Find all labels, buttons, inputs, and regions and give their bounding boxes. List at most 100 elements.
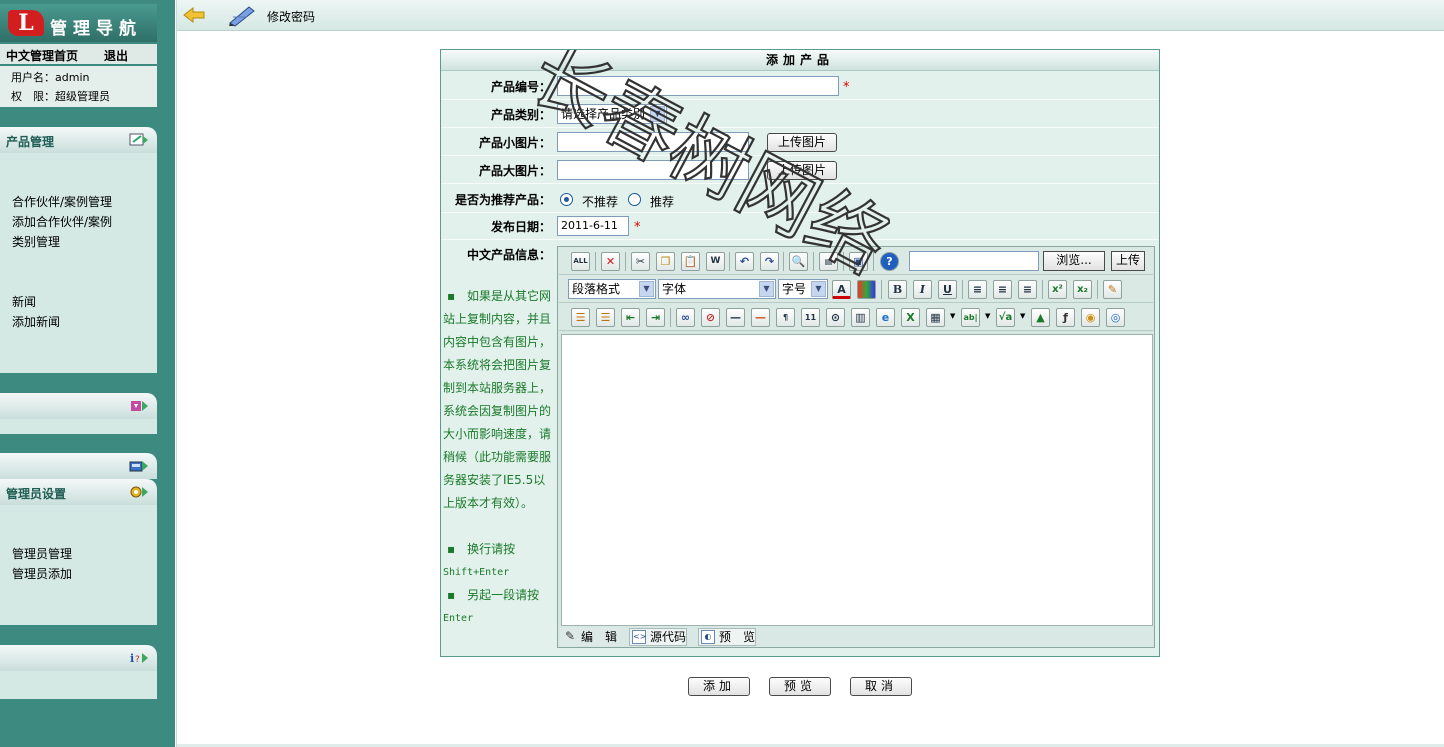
horizontal-rule-icon[interactable]: — <box>726 308 745 327</box>
upload-small-image-button[interactable]: 上传图片 <box>767 133 837 152</box>
panel-product-header[interactable]: 产品管理 <box>0 127 157 153</box>
unlink-icon[interactable]: ⊘ <box>701 308 720 327</box>
font-size-value: 字号 <box>782 282 807 296</box>
panel-2-header[interactable] <box>0 393 157 419</box>
superscript-icon[interactable]: x² <box>1048 280 1067 299</box>
paste-word-icon[interactable]: W <box>706 252 725 271</box>
upload-large-image-button[interactable]: 上传图片 <box>767 161 837 180</box>
align-right-icon[interactable]: ≡ <box>1018 280 1037 299</box>
small-image-input[interactable] <box>557 132 749 152</box>
tab-preview[interactable]: ◐ 预 览 <box>698 628 756 646</box>
paste-icon[interactable]: 📋 <box>681 252 700 271</box>
preview-button[interactable]: 预览 <box>769 677 831 696</box>
date-input[interactable]: 2011-6-11 <box>557 216 629 236</box>
find-icon[interactable]: 🔍 <box>789 252 808 271</box>
marquee-icon[interactable]: — <box>751 308 770 327</box>
large-image-input[interactable] <box>557 160 749 180</box>
redo-icon[interactable]: ↷ <box>760 252 779 271</box>
table-icon[interactable]: ▦ <box>926 308 945 327</box>
editor-upload-button[interactable]: 上传 <box>1111 251 1145 271</box>
text-color-icon[interactable]: A <box>832 280 851 299</box>
menu-partner-manage[interactable]: 合作伙伴/案例管理 <box>12 193 112 210</box>
radio-recommend-label: 推荐 <box>650 195 675 209</box>
date-insert-icon[interactable]: 11 <box>801 308 820 327</box>
align-left-icon[interactable]: ≡ <box>968 280 987 299</box>
chevron-down-icon[interactable]: ▼ <box>1020 312 1025 320</box>
font-size-select[interactable]: 字号 ▼ <box>778 279 828 299</box>
editor-content-area[interactable] <box>561 334 1153 626</box>
delete-icon[interactable]: ✕ <box>601 252 620 271</box>
italic-icon[interactable]: I <box>913 280 932 299</box>
outdent-icon[interactable]: ⇤ <box>621 308 640 327</box>
hint-paragraph-copy: 如果是从其它网站上复制内容，并且内容中包含有图片，本系统将会把图片复制到本站服务… <box>443 289 552 510</box>
bold-icon[interactable]: B <box>888 280 907 299</box>
link-icon[interactable]: ∞ <box>676 308 695 327</box>
undo-icon[interactable]: ↶ <box>735 252 754 271</box>
save-icon[interactable]: ▣ <box>849 252 868 271</box>
form-field-icon[interactable]: ab| <box>961 308 980 327</box>
menu-news-add[interactable]: 添加新闻 <box>12 313 60 330</box>
image-icon[interactable]: ▲ <box>1031 308 1050 327</box>
pen-icon <box>229 6 255 27</box>
eraser-icon[interactable]: ✎ <box>1103 280 1122 299</box>
media-icon[interactable]: ◉ <box>1081 308 1100 327</box>
editor-file-input[interactable] <box>909 251 1039 271</box>
logout-link[interactable]: 退出 <box>104 47 128 64</box>
radio-recommend[interactable] <box>628 193 641 206</box>
align-center-icon[interactable]: ≡ <box>993 280 1012 299</box>
preview-page-icon[interactable]: ▤ <box>819 252 838 271</box>
time-insert-icon[interactable]: ⊙ <box>826 308 845 327</box>
product-code-input[interactable] <box>557 76 839 96</box>
web-icon[interactable]: e <box>876 308 895 327</box>
underline-icon[interactable]: U <box>938 280 957 299</box>
formula-icon[interactable]: √a <box>996 308 1015 327</box>
menu-admin-add[interactable]: 管理员添加 <box>12 565 72 582</box>
menu-partner-add[interactable]: 添加合作伙伴/案例 <box>12 213 112 230</box>
cut-icon[interactable]: ✂ <box>631 252 650 271</box>
tab-edit-label: 编 辑 <box>581 630 618 644</box>
font-family-select[interactable]: 字体 ▼ <box>658 279 776 299</box>
copy-icon[interactable]: ❐ <box>656 252 675 271</box>
required-mark: * <box>843 80 850 95</box>
hint-bullet: ▪ <box>447 588 456 602</box>
change-password-link[interactable]: 修改密码 <box>267 8 315 25</box>
product-category-select[interactable]: 请选择产品类别 ▼ <box>557 104 667 124</box>
unordered-list-icon[interactable]: ☰ <box>596 308 615 327</box>
flash-icon[interactable]: ƒ <box>1056 308 1075 327</box>
add-button[interactable]: 添加 <box>688 677 750 696</box>
panel-3-header[interactable] <box>0 453 157 479</box>
page-break-icon[interactable]: ▥ <box>851 308 870 327</box>
subscript-icon[interactable]: x₂ <box>1073 280 1092 299</box>
product-code-label: 产品编号： <box>490 80 551 94</box>
panel-admin-header[interactable]: 管理员设置 <box>0 479 157 505</box>
background-color-icon[interactable] <box>857 280 876 299</box>
menu-admin-manage[interactable]: 管理员管理 <box>12 545 72 562</box>
tab-source[interactable]: <> 源代码 <box>629 628 687 646</box>
paragraph-format-select[interactable]: 段落格式 ▼ <box>568 279 656 299</box>
menu-news[interactable]: 新闻 <box>12 293 36 310</box>
paragraph-format-value: 段落格式 <box>572 282 621 296</box>
editor-mode-tabs: ✎ 编 辑 <> 源代码 ◐ 预 览 <box>559 626 1153 647</box>
font-family-value: 字体 <box>662 282 687 296</box>
select-all-icon[interactable]: ALL <box>571 252 590 271</box>
tab-edit[interactable]: ✎ 编 辑 <box>560 628 620 646</box>
realplayer-icon[interactable]: ◎ <box>1106 308 1125 327</box>
row-date: 发布日期： 2011-6-11 * <box>441 212 1159 240</box>
back-arrow-icon[interactable] <box>183 6 205 24</box>
chevron-down-icon[interactable]: ▼ <box>985 312 990 320</box>
preview-icon: ◐ <box>701 630 715 644</box>
indent-icon[interactable]: ⇥ <box>646 308 665 327</box>
ordered-list-icon[interactable]: ☰ <box>571 308 590 327</box>
radio-not-recommend[interactable] <box>560 193 573 206</box>
chevron-down-icon[interactable]: ▼ <box>950 312 955 320</box>
menu-category-manage[interactable]: 类别管理 <box>12 233 60 250</box>
editor-browse-button[interactable]: 浏览... <box>1043 251 1105 271</box>
help-icon[interactable]: ? <box>880 252 899 271</box>
panel-5-header[interactable]: i ? <box>0 645 157 671</box>
home-link[interactable]: 中文管理首页 <box>6 47 78 64</box>
product-category-label: 产品类别： <box>490 108 551 122</box>
excel-icon[interactable]: X <box>901 308 920 327</box>
cancel-button[interactable]: 取消 <box>850 677 912 696</box>
tab-source-label: 源代码 <box>650 630 687 644</box>
paragraph-mark-icon[interactable]: ¶ <box>776 308 795 327</box>
